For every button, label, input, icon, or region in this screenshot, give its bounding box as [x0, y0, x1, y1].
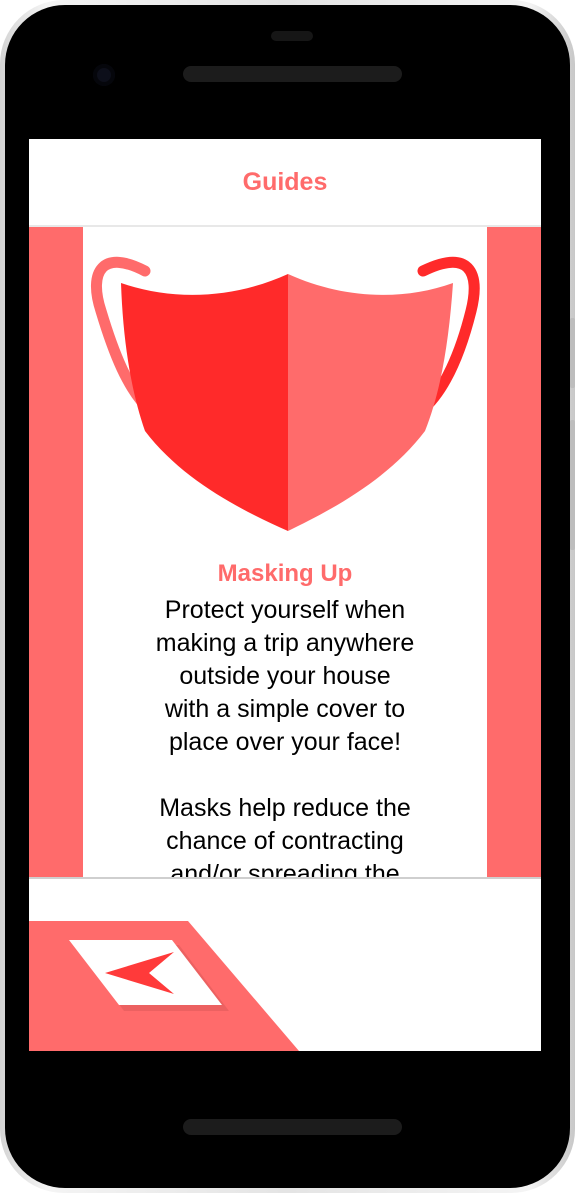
side-button-volume [570, 420, 575, 550]
app-screen: Guides Masking Up Protect yourself when … [29, 139, 541, 1051]
guide-card[interactable]: Masking Up Protect yourself when making … [83, 227, 487, 877]
app-header: Guides [29, 139, 541, 227]
guide-description: Protect yourself when making a trip anyw… [155, 596, 415, 877]
back-button[interactable] [29, 879, 541, 1051]
earpiece-dot [271, 31, 313, 41]
footer-bar [29, 879, 541, 1051]
page-title: Guides [242, 167, 328, 196]
top-speaker [183, 66, 402, 82]
bottom-speaker [183, 1119, 402, 1135]
face-mask-illustration [91, 256, 480, 531]
phone-frame: Guides Masking Up Protect yourself when … [0, 0, 575, 1193]
side-button-power [570, 318, 575, 388]
guide-title: Masking Up [217, 560, 353, 587]
front-camera [93, 64, 115, 86]
